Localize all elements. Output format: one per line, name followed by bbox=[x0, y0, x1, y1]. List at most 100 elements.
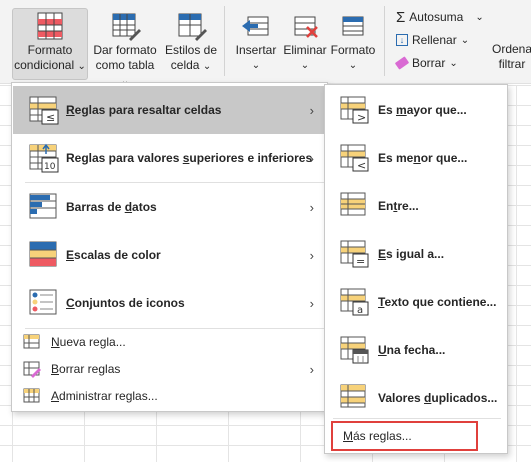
manage-rules-icon bbox=[23, 388, 40, 403]
format-cells-icon bbox=[342, 16, 364, 36]
autosum-label: Autosuma bbox=[409, 10, 464, 24]
autosum-button[interactable]: Σ Autosuma ⌄ bbox=[396, 8, 484, 26]
submenu-item-label: Es menor que... bbox=[378, 151, 468, 165]
more-rules-label: Más reglas... bbox=[343, 429, 412, 443]
top-bottom-rules-icon: 10 bbox=[29, 143, 59, 173]
format-as-table-label-1: Dar formato bbox=[93, 43, 157, 57]
menu-item-label: Borrar reglas bbox=[51, 362, 121, 376]
submenu-item-duplicate-values[interactable]: Valores duplicados... bbox=[326, 374, 506, 422]
menu-item-highlight-cells-rules[interactable]: ≤ Reglas para resaltar celdas › bbox=[13, 86, 326, 134]
submenu-item-date-occurring[interactable]: Una fecha... bbox=[326, 326, 506, 374]
chevron-down-icon: ⌄ bbox=[300, 60, 310, 71]
menu-item-color-scales[interactable]: Escalas de color › bbox=[13, 231, 326, 279]
submenu-item-label: Texto que contiene... bbox=[378, 295, 497, 309]
format-as-table-button[interactable]: Dar formato como tabla ⌄ bbox=[90, 8, 160, 87]
cell-styles-label-1: Estilos de bbox=[164, 43, 218, 57]
menu-item-label: Reglas para valores superiores e inferio… bbox=[66, 151, 313, 165]
chevron-down-icon: ⌄ bbox=[460, 34, 470, 46]
text-contains-icon: a bbox=[340, 288, 369, 316]
date-occurring-icon bbox=[340, 336, 369, 364]
between-icon bbox=[340, 192, 366, 216]
fill-down-icon: ↓ bbox=[396, 34, 408, 46]
svg-text:≤: ≤ bbox=[46, 111, 55, 124]
cell-styles-button[interactable]: Estilos de celda ⌄ bbox=[162, 8, 220, 80]
ribbon-separator bbox=[384, 6, 385, 76]
format-cells-button[interactable]: Formato ⌄ bbox=[330, 8, 376, 80]
chevron-right-icon: › bbox=[309, 102, 314, 118]
submenu-item-label: Una fecha... bbox=[378, 343, 446, 357]
clear-label: Borrar bbox=[412, 56, 446, 70]
menu-item-label: Reglas para resaltar celdas bbox=[66, 103, 222, 117]
sort-filter-label-1: Ordena bbox=[492, 42, 531, 56]
format-as-table-icon bbox=[112, 13, 141, 41]
sigma-icon: Σ bbox=[396, 8, 406, 26]
menu-item-new-rule[interactable]: Nueva regla... bbox=[13, 329, 326, 355]
svg-text:10: 10 bbox=[44, 162, 56, 172]
format-cells-label: Formato bbox=[330, 43, 376, 57]
insert-cells-label: Insertar bbox=[235, 43, 277, 57]
submenu-item-label: Entre... bbox=[378, 199, 419, 213]
duplicate-values-icon bbox=[340, 384, 366, 408]
conditional-formatting-menu: ≤ Reglas para resaltar celdas › 10 Regla… bbox=[11, 82, 328, 412]
submenu-item-label: Es igual a... bbox=[378, 247, 445, 261]
insert-cells-button[interactable]: Insertar ⌄ bbox=[232, 8, 280, 80]
new-rule-icon bbox=[23, 334, 40, 349]
highlight-cells-submenu: > Es mayor que... < Es menor que... Entr… bbox=[324, 84, 508, 454]
sort-filter-button[interactable]: Ordena filtrar bbox=[492, 42, 531, 72]
eraser-icon bbox=[394, 56, 410, 70]
menu-item-label: Nueva regla... bbox=[51, 335, 126, 349]
clear-button[interactable]: Borrar ⌄ bbox=[394, 54, 458, 72]
chevron-right-icon: › bbox=[309, 295, 314, 311]
menu-item-data-bars[interactable]: Barras de datos › bbox=[13, 183, 326, 231]
fill-label: Rellenar bbox=[412, 33, 457, 47]
insert-cells-icon bbox=[242, 16, 269, 36]
sort-filter-label-2: filtrar bbox=[498, 57, 526, 71]
ribbon-separator bbox=[224, 6, 225, 76]
svg-text:>: > bbox=[357, 111, 366, 124]
chevron-down-icon: ⌄ bbox=[449, 57, 458, 69]
greater-than-icon: > bbox=[340, 96, 369, 124]
conditional-formatting-icon bbox=[37, 12, 63, 40]
svg-text:<: < bbox=[357, 159, 366, 172]
menu-item-label: Conjuntos de iconos bbox=[66, 296, 185, 310]
delete-cells-button[interactable]: Eliminar ⌄ bbox=[282, 8, 328, 80]
color-scales-icon bbox=[29, 241, 57, 267]
svg-text:a: a bbox=[357, 305, 363, 316]
submenu-divider bbox=[333, 418, 501, 419]
menu-item-label: Barras de datos bbox=[66, 200, 157, 214]
chevron-down-icon: ⌄ bbox=[251, 60, 261, 71]
data-bars-icon bbox=[29, 193, 57, 219]
equal-to-icon: = bbox=[340, 240, 369, 268]
submenu-item-between[interactable]: Entre... bbox=[326, 182, 506, 230]
submenu-item-label: Valores duplicados... bbox=[378, 391, 498, 405]
submenu-item-equal-to[interactable]: = Es igual a... bbox=[326, 230, 506, 278]
chevron-right-icon: › bbox=[309, 150, 314, 166]
chevron-down-icon: ⌄ bbox=[475, 11, 484, 23]
menu-item-top-bottom-rules[interactable]: 10 Reglas para valores superiores e infe… bbox=[13, 134, 326, 182]
svg-text:=: = bbox=[356, 255, 365, 268]
clear-rules-icon bbox=[23, 361, 41, 378]
chevron-down-icon: ⌄ bbox=[77, 61, 86, 72]
menu-item-label: Administrar reglas... bbox=[51, 389, 158, 403]
menu-item-clear-rules[interactable]: Borrar reglas › bbox=[13, 356, 326, 382]
submenu-item-greater-than[interactable]: > Es mayor que... bbox=[326, 86, 506, 134]
chevron-down-icon: ⌄ bbox=[202, 61, 212, 72]
delete-cells-label: Eliminar bbox=[283, 43, 327, 57]
ribbon: Formato condicional ⌄ Dar formato como t… bbox=[0, 0, 531, 87]
delete-cells-icon bbox=[294, 16, 318, 38]
highlight-cells-rules-icon: ≤ bbox=[29, 96, 59, 125]
chevron-down-icon: ⌄ bbox=[348, 60, 358, 71]
chevron-right-icon: › bbox=[309, 247, 314, 263]
submenu-item-less-than[interactable]: < Es menor que... bbox=[326, 134, 506, 182]
less-than-icon: < bbox=[340, 144, 369, 172]
submenu-item-text-contains[interactable]: a Texto que contiene... bbox=[326, 278, 506, 326]
chevron-right-icon: › bbox=[309, 361, 314, 377]
icon-sets-icon bbox=[29, 289, 57, 315]
fill-button[interactable]: ↓ Rellenar ⌄ bbox=[396, 31, 469, 49]
more-rules-item[interactable]: Más reglas... bbox=[331, 421, 478, 451]
conditional-formatting-button[interactable]: Formato condicional ⌄ bbox=[12, 8, 88, 80]
menu-item-label: Escalas de color bbox=[66, 248, 161, 262]
menu-item-icon-sets[interactable]: Conjuntos de iconos › bbox=[13, 279, 326, 327]
chevron-right-icon: › bbox=[309, 199, 314, 215]
menu-item-manage-rules[interactable]: Administrar reglas... bbox=[13, 383, 326, 409]
